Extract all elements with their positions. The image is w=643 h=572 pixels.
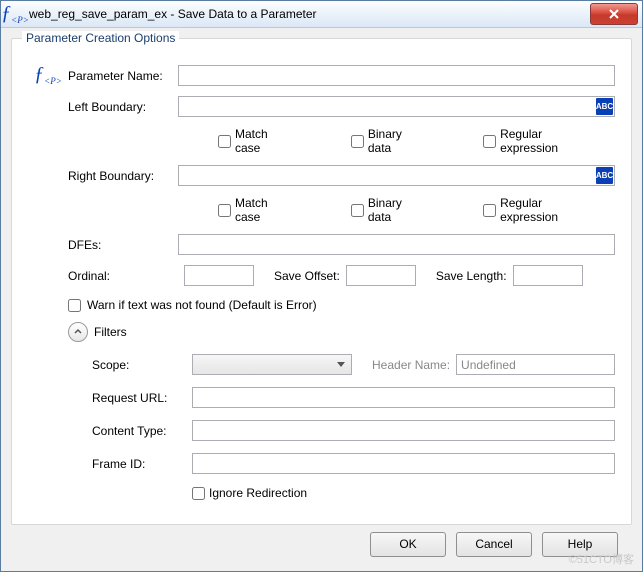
chevron-up-icon bbox=[74, 328, 82, 336]
warn-label: Warn if text was not found (Default is E… bbox=[87, 298, 317, 312]
frame-id-label: Frame ID: bbox=[92, 457, 192, 471]
content-type-input[interactable] bbox=[192, 420, 615, 441]
titlebar: ƒ<P> web_reg_save_param_ex - Save Data t… bbox=[1, 1, 642, 28]
header-name-label: Header Name: bbox=[372, 358, 450, 372]
ordinal-input[interactable] bbox=[184, 265, 254, 286]
rb-match-case-checkbox[interactable]: Match case bbox=[218, 196, 291, 224]
abc-button[interactable]: ABC bbox=[596, 98, 613, 115]
filters-label: Filters bbox=[94, 325, 127, 339]
function-icon: ƒ<P> bbox=[7, 6, 23, 22]
frame-id-input[interactable] bbox=[192, 453, 615, 474]
scope-combo[interactable] bbox=[192, 354, 352, 375]
lb-binary-data-checkbox[interactable]: Binary data bbox=[351, 127, 423, 155]
lb-regex-checkbox[interactable]: Regular expression bbox=[483, 127, 595, 155]
group-legend: Parameter Creation Options bbox=[22, 31, 179, 45]
save-length-label: Save Length: bbox=[436, 269, 507, 283]
save-offset-label: Save Offset: bbox=[274, 269, 340, 283]
window-title: web_reg_save_param_ex - Save Data to a P… bbox=[29, 7, 590, 21]
save-length-input[interactable] bbox=[513, 265, 583, 286]
content-type-label: Content Type: bbox=[92, 424, 192, 438]
right-boundary-label: Right Boundary: bbox=[68, 169, 178, 183]
ignore-redirection-checkbox[interactable]: Ignore Redirection bbox=[192, 486, 307, 500]
help-button[interactable]: Help bbox=[542, 532, 618, 557]
ok-button[interactable]: OK bbox=[370, 532, 446, 557]
header-name-input[interactable] bbox=[456, 354, 615, 375]
parameter-creation-group: Parameter Creation Options ƒ<P> Paramete… bbox=[11, 38, 632, 525]
dialog-window: ƒ<P> web_reg_save_param_ex - Save Data t… bbox=[0, 0, 643, 572]
left-boundary-label: Left Boundary: bbox=[68, 100, 178, 114]
close-icon bbox=[609, 9, 619, 19]
close-button[interactable] bbox=[590, 3, 638, 25]
lb-match-case-checkbox[interactable]: Match case bbox=[218, 127, 291, 155]
rb-binary-data-checkbox[interactable]: Binary data bbox=[351, 196, 423, 224]
param-name-label: Parameter Name: bbox=[68, 69, 178, 83]
left-boundary-input[interactable] bbox=[178, 96, 615, 117]
dialog-footer: OK Cancel Help bbox=[11, 525, 632, 563]
request-url-input[interactable] bbox=[192, 387, 615, 408]
scope-label: Scope: bbox=[92, 358, 192, 372]
dfes-input[interactable] bbox=[178, 234, 615, 255]
filters-section: Scope: Header Name: Request URL: Con bbox=[92, 354, 615, 500]
dfes-label: DFEs: bbox=[68, 238, 178, 252]
ordinal-label: Ordinal: bbox=[68, 269, 178, 283]
abc-button[interactable]: ABC bbox=[596, 167, 613, 184]
warn-checkbox[interactable] bbox=[68, 299, 81, 312]
param-name-input[interactable] bbox=[178, 65, 615, 86]
chevron-down-icon bbox=[332, 356, 349, 373]
save-offset-input[interactable] bbox=[346, 265, 416, 286]
filters-toggle[interactable] bbox=[68, 322, 88, 342]
client-area: Parameter Creation Options ƒ<P> Paramete… bbox=[1, 28, 642, 571]
request-url-label: Request URL: bbox=[92, 391, 192, 405]
cancel-button[interactable]: Cancel bbox=[456, 532, 532, 557]
function-icon: ƒ<P> bbox=[34, 67, 62, 84]
rb-regex-checkbox[interactable]: Regular expression bbox=[483, 196, 595, 224]
right-boundary-input[interactable] bbox=[178, 165, 615, 186]
